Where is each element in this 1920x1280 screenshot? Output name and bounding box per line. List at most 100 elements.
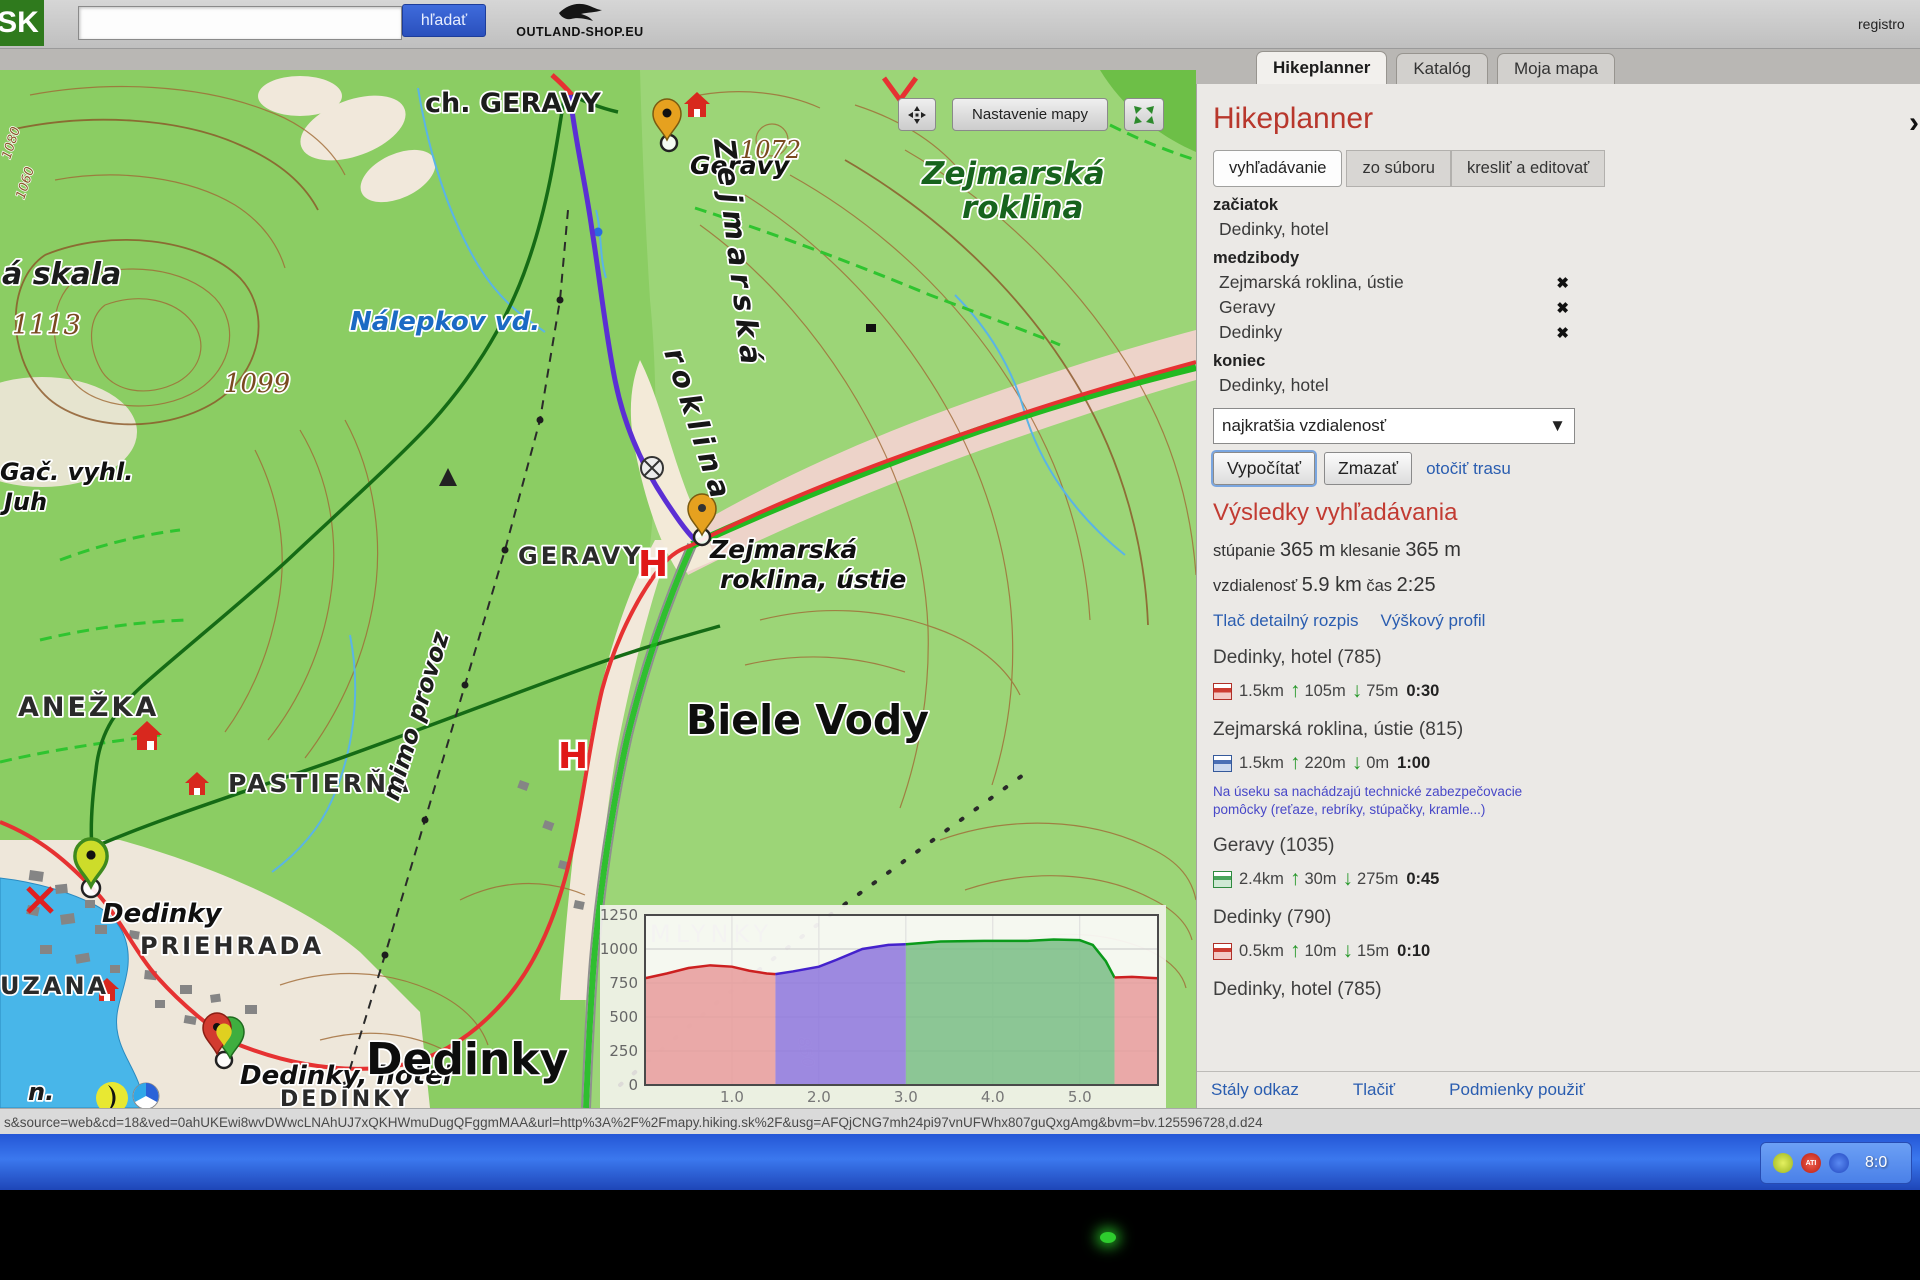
- trail-blaze-icon: [1213, 871, 1232, 888]
- viewpoint-icon: [641, 457, 663, 479]
- distance-time-line: vzdialenosť 5.9 km čas 2:25: [1213, 574, 1569, 597]
- map-label: n.: [28, 1078, 54, 1106]
- segment-point[interactable]: Dedinky, hotel (785): [1213, 979, 1569, 1001]
- collapse-panel-icon[interactable]: ›: [1909, 106, 1919, 140]
- map-label: 1072: [740, 136, 801, 164]
- panel-title: Hikeplanner: [1213, 102, 1920, 136]
- chalet-h-icon: H: [558, 736, 588, 777]
- segment-detail: 2.4km↑30m↓275m0:45: [1213, 867, 1569, 891]
- via-point-name[interactable]: Geravy: [1219, 297, 1275, 318]
- chevron-down-icon: ▼: [1549, 416, 1566, 436]
- eagle-icon: [557, 1, 603, 23]
- outland-shop-logo[interactable]: OUTLAND-SHOP.EU: [515, 1, 645, 41]
- via-point-name[interactable]: Zejmarská roklina, ústie: [1219, 272, 1404, 293]
- trail-blaze-icon: [1213, 755, 1232, 772]
- route-segments: Dedinky, hotel (785) 1.5km↑105m↓75m0:30 Ze…: [1213, 647, 1569, 1001]
- network-icon[interactable]: [1829, 1153, 1849, 1173]
- y-tick-label: 750: [609, 974, 638, 992]
- via-point-row: Zejmarská roklina, ústie ✖: [1219, 272, 1569, 293]
- subtab-zo-súboru[interactable]: zo súboru: [1346, 150, 1450, 187]
- map-label: GERAVY: [518, 542, 643, 570]
- route-mode-select[interactable]: najkratšia vzdialenosť ▼: [1213, 408, 1575, 444]
- system-tray[interactable]: ATI 8:0: [1760, 1142, 1912, 1184]
- map-settings-label: Nastavenie mapy: [972, 106, 1088, 123]
- windows-taskbar[interactable]: ATI 8:0: [0, 1134, 1920, 1190]
- footer-link-stály-odkaz[interactable]: Stály odkaz: [1211, 1080, 1299, 1100]
- footer-link-podmienky-použiť[interactable]: Podmienky použiť: [1449, 1080, 1585, 1100]
- x-tick-label: 3.0: [894, 1088, 918, 1106]
- map-label: Zejmarská: [709, 535, 857, 564]
- end-value[interactable]: Dedinky, hotel: [1219, 375, 1569, 396]
- map-container[interactable]: H H: [0, 70, 1196, 1108]
- end-label: koniec: [1213, 352, 1569, 371]
- map-label: Biele Vody: [686, 696, 929, 744]
- results-title: Výsledky vyhľadávania: [1213, 499, 1569, 527]
- climb-value: 365 m: [1280, 539, 1336, 561]
- monitor-power-led: [1100, 1232, 1116, 1243]
- beach-ball-icon: [133, 1083, 159, 1108]
- route-mode-value: najkratšia vzdialenosť: [1222, 416, 1386, 436]
- elevation-profile-link[interactable]: Výškový profil: [1381, 611, 1486, 631]
- map-label: roklina: [962, 190, 1083, 226]
- segment-point[interactable]: Dedinky, hotel (785): [1213, 647, 1569, 669]
- monitor-screen: SK hľadať OUTLAND-SHOP.EU registro Hikep…: [0, 0, 1920, 1190]
- status-url: s&source=web&cd=18&ved=0ahUKEwi8wvDWwcLN…: [4, 1115, 1263, 1130]
- segment-point[interactable]: Dedinky (790): [1213, 907, 1569, 929]
- segment-detail: 1.5km↑220m↓0m1:00: [1213, 751, 1569, 775]
- subtab-vyhľadávanie[interactable]: vyhľadávanie: [1213, 150, 1342, 187]
- y-tick-label: 250: [609, 1042, 638, 1060]
- y-tick-label: 1250: [600, 906, 638, 924]
- start-label: začiatok: [1213, 196, 1569, 215]
- tab-moja-mapa[interactable]: Moja mapa: [1497, 53, 1615, 84]
- map-label: Juh: [0, 488, 47, 516]
- footer-link-tlačiť[interactable]: Tlačiť: [1353, 1080, 1395, 1100]
- print-detail-link[interactable]: Tlač detailný rozpis: [1213, 611, 1359, 631]
- search-input[interactable]: [78, 6, 402, 40]
- fullscreen-arrows-icon: [1134, 106, 1154, 124]
- trail-blaze-icon: [1213, 943, 1232, 960]
- start-value[interactable]: Dedinky, hotel: [1219, 219, 1569, 240]
- map-label: á skala: [2, 257, 121, 292]
- segment-detail: 1.5km↑105m↓75m0:30: [1213, 679, 1569, 703]
- kde-icon[interactable]: [1773, 1153, 1793, 1173]
- segment-point[interactable]: Zejmarská roklina, ústie (815): [1213, 719, 1569, 741]
- ascent-arrow-icon: ↑: [1290, 751, 1301, 775]
- segment-point[interactable]: Geravy (1035): [1213, 835, 1569, 857]
- segment-warning-note: Na úseku sa nachádzajú technické zabezpe…: [1213, 783, 1563, 819]
- x-tick-label: 1.0: [720, 1088, 744, 1106]
- locate-button[interactable]: [898, 98, 936, 131]
- panel-footer: Stály odkaz Tlačiť Podmienky použiť: [1197, 1071, 1920, 1108]
- map-label: Dedinky: [102, 899, 223, 929]
- via-label: medzibody: [1213, 249, 1569, 268]
- tab-katalóg[interactable]: Katalóg: [1396, 53, 1488, 84]
- map-label: 1099: [224, 369, 290, 399]
- remove-via-point-icon[interactable]: ✖: [1556, 299, 1569, 317]
- register-link[interactable]: registro: [1858, 16, 1920, 32]
- reverse-route-link[interactable]: otočiť trasu: [1426, 459, 1511, 479]
- descent-arrow-icon: ↓: [1352, 751, 1363, 775]
- map-label: PRIEHRADA: [140, 932, 324, 960]
- ascent-arrow-icon: ↑: [1290, 939, 1301, 963]
- tab-hikeplanner[interactable]: Hikeplanner: [1256, 51, 1387, 84]
- search-button[interactable]: hľadať: [402, 4, 486, 37]
- map-label: Dedinky: [366, 1034, 568, 1085]
- x-tick-label: 2.0: [807, 1088, 831, 1106]
- ascent-arrow-icon: ↑: [1290, 679, 1301, 703]
- browser-toolbar: SK hľadať OUTLAND-SHOP.EU registro: [0, 0, 1920, 49]
- profile-area-segment: [645, 965, 775, 1085]
- delete-button[interactable]: Zmazať: [1324, 452, 1412, 485]
- hikeplanner-panel: Hikeplanner › vyhľadávaniezo súborukresl…: [1196, 84, 1920, 1108]
- profile-area-segment: [1115, 977, 1158, 1085]
- calculate-button[interactable]: Vypočítať: [1213, 452, 1315, 485]
- ati-icon[interactable]: ATI: [1801, 1153, 1821, 1173]
- remove-via-point-icon[interactable]: ✖: [1556, 324, 1569, 342]
- browser-status-bar: s&source=web&cd=18&ved=0ahUKEwi8wvDWwcLN…: [0, 1108, 1920, 1135]
- descent-arrow-icon: ↓: [1343, 867, 1354, 891]
- via-point-name[interactable]: Dedinky: [1219, 322, 1282, 343]
- subtab-kresliť-a-editovať[interactable]: kresliť a editovať: [1451, 150, 1605, 187]
- map-settings-button[interactable]: Nastavenie mapy: [952, 98, 1108, 131]
- fullscreen-button[interactable]: [1124, 98, 1164, 131]
- map-label: Gač. vyhl.: [0, 458, 133, 486]
- map-label: roklina, ústie: [720, 565, 906, 594]
- remove-via-point-icon[interactable]: ✖: [1556, 274, 1569, 292]
